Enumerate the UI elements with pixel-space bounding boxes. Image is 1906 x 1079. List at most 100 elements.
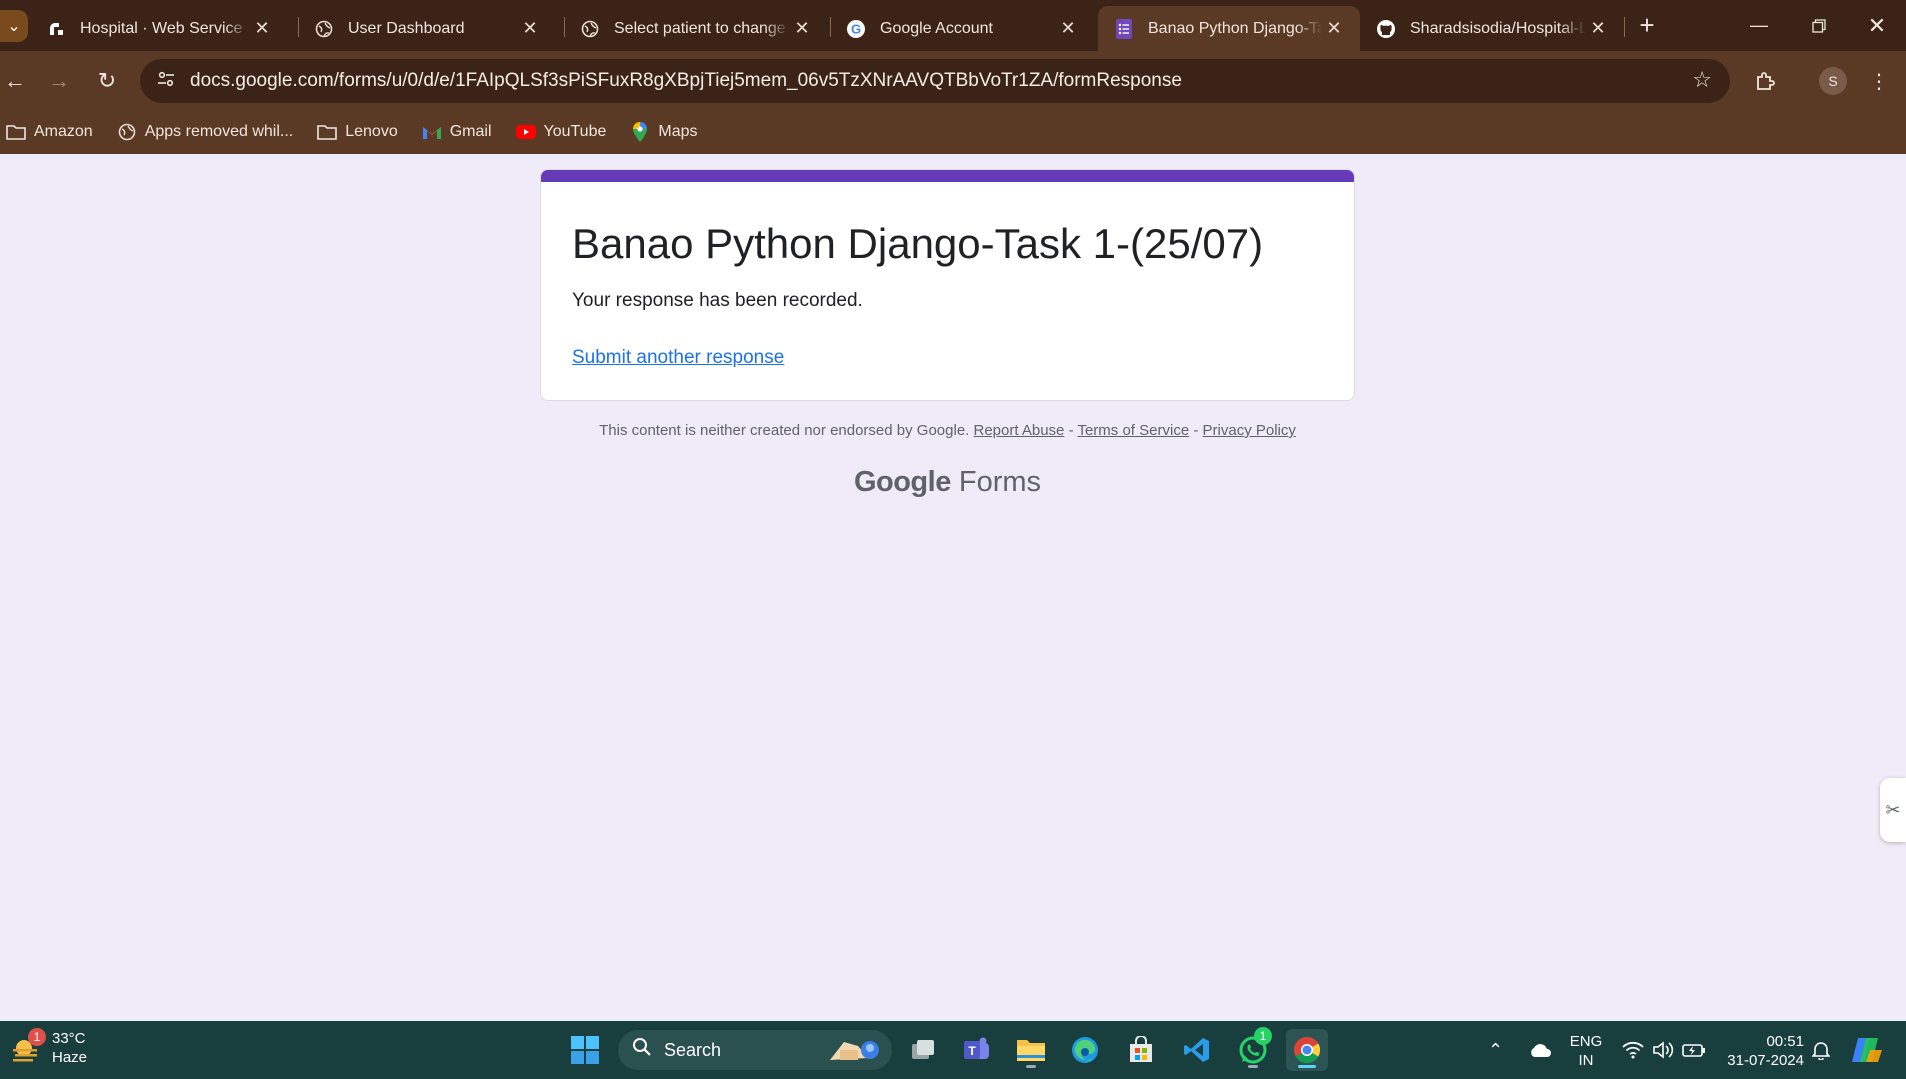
language-indicator[interactable]: ENG IN	[1566, 1032, 1606, 1070]
bookmarks-bar: Amazon Apps removed whil... Lenovo Gmail…	[0, 110, 1906, 154]
tab-google-account[interactable]: G Google Account ✕	[830, 6, 1094, 51]
address-bar[interactable]: docs.google.com/forms/u/0/d/e/1FAIpQLSf3…	[140, 59, 1730, 103]
google-forms-icon	[1114, 18, 1134, 39]
clock-date: 31-07-2024	[1727, 1052, 1804, 1069]
footer-separator: -	[1189, 422, 1203, 439]
bookmark-label: Apps removed whil...	[144, 123, 294, 140]
tab-github[interactable]: Sharadsisodia/Hospital-Lo ✕	[1360, 6, 1624, 51]
task-view-button[interactable]	[902, 1029, 944, 1071]
submit-another-response-link[interactable]: Submit another response	[572, 347, 784, 369]
bookmark-lenovo[interactable]: Lenovo	[317, 122, 398, 142]
network-button[interactable]	[1622, 1021, 1644, 1079]
chrome-icon	[1294, 1037, 1321, 1064]
minimize-button[interactable]: —	[1730, 0, 1788, 51]
report-abuse-link[interactable]: Report Abuse	[974, 422, 1065, 439]
arrow-left-icon: ←	[4, 68, 26, 93]
bookmark-maps[interactable]: Maps	[630, 122, 698, 142]
tab-hospital[interactable]: Hospital · Web Service · ✕	[30, 6, 288, 51]
gmail-icon	[422, 122, 442, 142]
bookmark-label: Maps	[658, 123, 698, 140]
edge-button[interactable]	[1064, 1029, 1106, 1071]
battery-button[interactable]	[1682, 1021, 1706, 1079]
close-icon[interactable]: ✕	[1056, 18, 1080, 39]
whatsapp-unread-badge: 1	[1254, 1027, 1272, 1045]
weather-widget[interactable]: 1 33°C Haze	[10, 1028, 87, 1067]
globe-icon	[117, 122, 137, 142]
arrow-right-icon: →	[48, 68, 70, 93]
bookmark-youtube[interactable]: YouTube	[515, 122, 606, 142]
edge-icon	[1072, 1037, 1098, 1063]
folder-icon	[317, 122, 338, 142]
google-g-icon: G	[846, 19, 866, 39]
region-code: IN	[1578, 1052, 1594, 1069]
disclaimer-text: This content is neither created nor endo…	[599, 422, 970, 439]
volume-button[interactable]	[1652, 1021, 1674, 1079]
menu-button[interactable]: ⋮	[1862, 64, 1896, 98]
tab-search-button[interactable]: ⌄	[0, 10, 28, 42]
globe-icon	[314, 19, 334, 39]
bookmark-star-icon[interactable]: ☆	[1692, 67, 1712, 93]
taskbar-search-box[interactable]: Search	[618, 1030, 892, 1070]
profile-avatar[interactable]: S	[1819, 67, 1847, 95]
show-hidden-icons-button[interactable]: ⌃	[1488, 1021, 1503, 1079]
close-icon[interactable]: ✕	[1586, 18, 1610, 39]
github-icon	[1376, 19, 1396, 39]
bookmark-apps-removed[interactable]: Apps removed whil...	[117, 122, 294, 142]
close-icon[interactable]: ✕	[518, 18, 542, 39]
speaker-icon	[1653, 1041, 1674, 1059]
terms-of-service-link[interactable]: Terms of Service	[1077, 422, 1189, 439]
minimize-icon: —	[1750, 15, 1768, 35]
google-forms-logo[interactable]: Google Forms	[540, 466, 1355, 499]
task-view-icon	[912, 1040, 934, 1059]
back-button[interactable]: ←	[0, 64, 32, 98]
youtube-icon	[515, 122, 536, 142]
store-icon	[1130, 1036, 1152, 1062]
svg-text:G: G	[851, 21, 861, 36]
new-tab-button[interactable]: +	[1630, 8, 1664, 42]
bell-icon	[1812, 1042, 1830, 1060]
bookmark-label: Amazon	[34, 123, 93, 140]
notifications-button[interactable]	[1812, 1021, 1830, 1079]
tab-title: User Dashboard	[348, 19, 465, 37]
reload-button[interactable]: ↻	[90, 64, 124, 98]
vscode-icon	[1184, 1038, 1209, 1062]
side-panel-handle[interactable]: ✂	[1880, 778, 1906, 842]
maps-icon	[630, 122, 650, 142]
scissors-icon: ✂	[1885, 799, 1901, 820]
site-settings-icon[interactable]	[148, 69, 184, 94]
tab-banao-form[interactable]: Banao Python Django-Task ✕	[1098, 6, 1360, 51]
tab-select-patient[interactable]: Select patient to change | ✕	[564, 6, 828, 51]
bookmark-label: Gmail	[449, 123, 492, 140]
form-accent-bar	[541, 170, 1354, 182]
vscode-button[interactable]	[1176, 1029, 1218, 1071]
bookmark-amazon[interactable]: Amazon	[6, 122, 93, 142]
start-button[interactable]	[564, 1029, 606, 1071]
folder-icon	[1017, 1040, 1045, 1061]
kebab-menu-icon: ⋮	[1869, 70, 1889, 93]
bookmark-gmail[interactable]: Gmail	[422, 122, 492, 142]
whatsapp-button[interactable]: 1	[1232, 1027, 1274, 1071]
clock[interactable]: 00:51 31-07-2024	[1722, 1032, 1804, 1070]
svg-text:T: T	[968, 1044, 976, 1058]
close-icon[interactable]: ✕	[790, 18, 814, 39]
extensions-button[interactable]	[1748, 64, 1782, 98]
microsoft-store-button[interactable]	[1120, 1029, 1162, 1071]
weather-alert-badge: 1	[28, 1028, 46, 1046]
close-icon[interactable]: ✕	[250, 18, 274, 39]
close-window-button[interactable]: ✕	[1848, 0, 1906, 51]
battery-charging-icon	[1682, 1044, 1705, 1057]
privacy-policy-link[interactable]: Privacy Policy	[1203, 422, 1296, 439]
onedrive-button[interactable]	[1528, 1021, 1552, 1079]
restore-button[interactable]	[1790, 0, 1848, 51]
search-label: Search	[664, 1039, 722, 1060]
close-icon[interactable]: ✕	[1322, 18, 1346, 39]
chrome-button[interactable]	[1286, 1029, 1328, 1071]
haze-sun-icon: 1	[10, 1028, 46, 1064]
file-explorer-button[interactable]	[1010, 1029, 1052, 1071]
tab-divider	[1624, 17, 1625, 37]
teams-button[interactable]: T	[956, 1029, 998, 1071]
copilot-button[interactable]	[1850, 1021, 1886, 1079]
render-logo-icon	[46, 19, 66, 39]
forward-button[interactable]: →	[42, 64, 76, 98]
tab-user-dashboard[interactable]: User Dashboard ✕	[298, 6, 556, 51]
